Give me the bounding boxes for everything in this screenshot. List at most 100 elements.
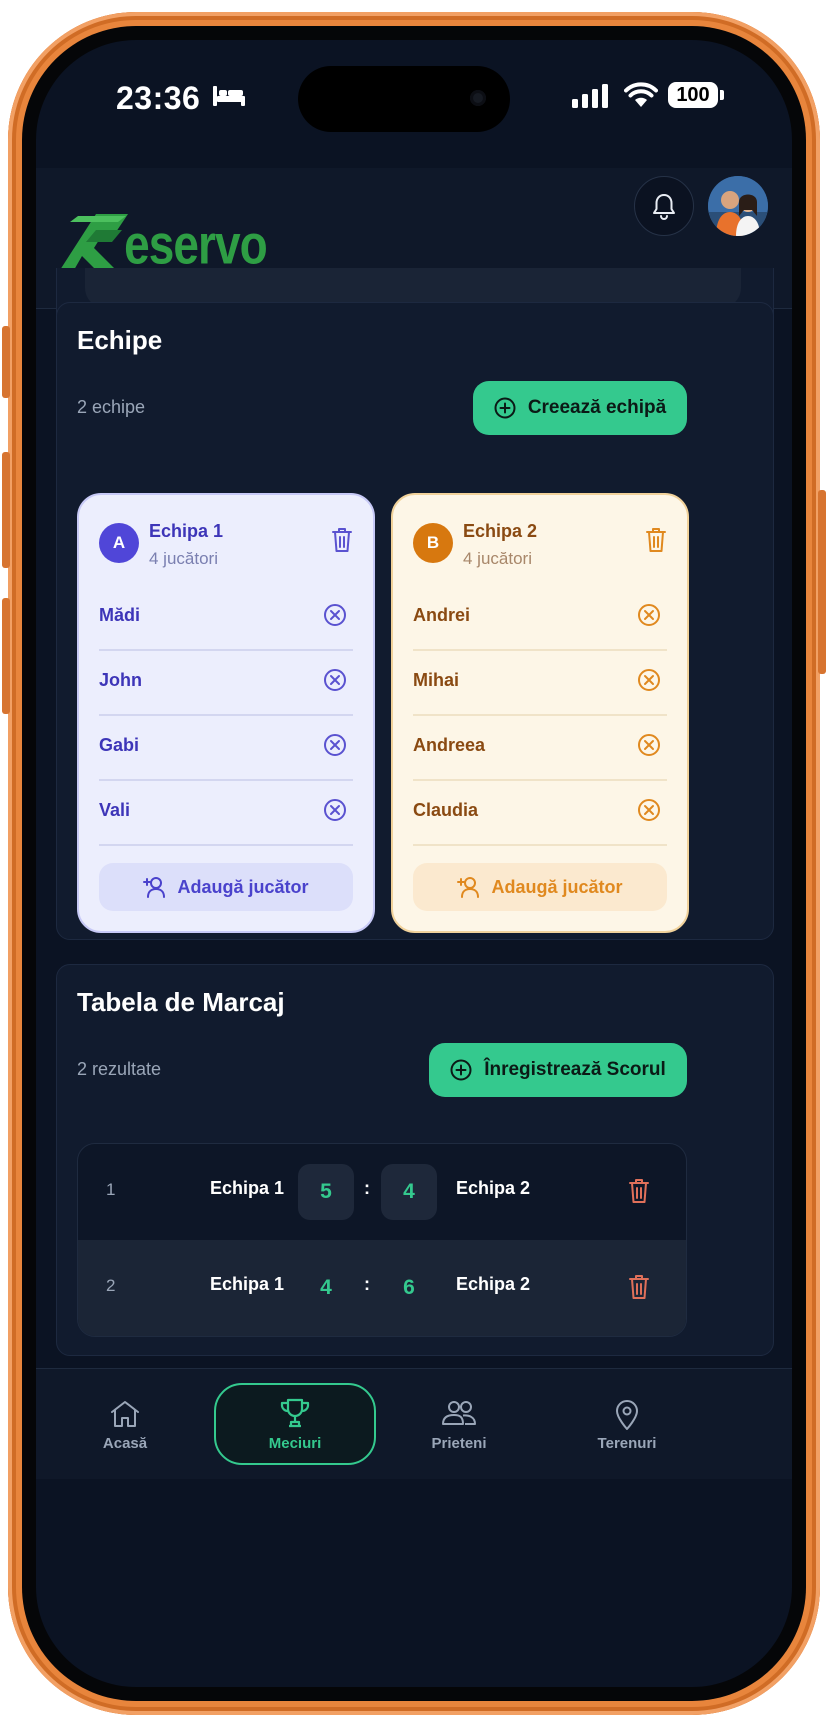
nav-label: Meciuri [268,1435,322,1452]
team-name: Echipa 2 [463,521,538,541]
remove-player-icon[interactable] [637,668,661,692]
delete-team-icon[interactable] [645,527,667,553]
score-team1: Echipa 1 [210,1274,285,1294]
player-name: Mihai [413,670,460,690]
player-name: Vali [99,800,131,820]
bottom-navigation: Acasă Meciuri Prieteni Terenuri [36,1368,792,1479]
wifi-icon [624,82,658,107]
remove-player-icon[interactable] [323,733,347,757]
score-row-index: 1 [106,1180,116,1199]
remove-player-icon[interactable] [637,733,661,757]
player-name: Andreea [413,735,486,755]
create-team-label: Creează echipă [527,397,667,418]
battery-tip [720,90,724,100]
teams-title: Echipe [77,325,163,355]
player-row: Andreea [413,715,667,781]
teams-count: 2 echipe [77,397,146,417]
player-name: Gabi [99,735,140,755]
delete-score-icon[interactable] [628,1178,650,1204]
bell-icon [653,194,675,220]
phone-side-button [2,452,10,568]
add-player-button[interactable]: Adaugă jucător [99,863,353,911]
cellular-signal-icon [572,84,608,108]
score-team2: Echipa 2 [456,1274,531,1294]
team-name: Echipa 1 [149,521,224,541]
scoreboard-title: Tabela de Marcaj [77,987,285,1017]
scoreboard-card: Tabela de Marcaj 2 rezultate Înregistrea… [56,964,774,1356]
player-row: Claudia [413,780,667,846]
score-separator: : [364,1274,370,1294]
team-badge: B [413,523,453,563]
app-screen: 23:36 100 eservo Echipe 2 echipe Creează… [36,40,792,1687]
add-user-icon [457,877,480,898]
friends-icon [442,1401,476,1425]
team-badge: A [99,523,139,563]
score-value-team1: 4 [320,1276,332,1299]
user-avatar[interactable] [708,176,768,236]
teams-card: Echipe 2 echipe Creează echipă A Echipa … [56,302,774,940]
status-time: 23:36 [116,80,201,116]
plus-circle-icon [494,397,516,419]
player-row: Mădi [99,585,353,651]
remove-player-icon[interactable] [637,798,661,822]
player-row: Andrei [413,585,667,651]
reservo-logo[interactable]: eservo [56,212,276,274]
nav-label: Prieteni [431,1435,487,1452]
add-player-label: Adaugă jucător [177,876,309,897]
phone-side-button [2,326,10,398]
add-player-label: Adaugă jucător [491,876,623,897]
player-name: Mădi [99,605,141,625]
sleep-focus-icon [213,86,245,106]
remove-player-icon[interactable] [637,603,661,627]
player-row: John [99,650,353,716]
remove-player-icon[interactable] [323,798,347,822]
score-table: 1 Echipa 1 5 : 4 Echipa 2 2 Echipa 1 4 :… [77,1143,687,1337]
front-camera [470,90,486,106]
player-row: Vali [99,780,353,846]
scoreboard-count: 2 rezultate [77,1059,162,1079]
score-value-team2: 4 [381,1164,437,1220]
remove-player-icon[interactable] [323,603,347,627]
score-row: 2 Echipa 1 4 : 6 Echipa 2 [78,1240,686,1336]
team-card-a: A Echipa 1 4 jucători Mădi John Gabi Val… [77,493,375,933]
home-icon [111,1401,139,1427]
team-player-count: 4 jucători [149,549,218,568]
nav-item-fields[interactable]: Terenuri [562,1385,692,1465]
notifications-button[interactable] [634,176,694,236]
player-name: Andrei [413,605,471,625]
add-player-button[interactable]: Adaugă jucător [413,863,667,911]
score-row: 1 Echipa 1 5 : 4 Echipa 2 [78,1144,686,1240]
register-score-label: Înregistrează Scorul [484,1059,666,1080]
nav-item-friends[interactable]: Prieteni [394,1385,524,1465]
player-row: Mihai [413,650,667,716]
score-team1: Echipa 1 [210,1178,285,1198]
register-score-button[interactable]: Înregistrează Scorul [429,1043,687,1097]
phone-side-button [2,598,10,714]
team-player-count: 4 jucători [463,549,532,568]
phone-side-button [818,490,826,674]
logo-text: eservo [124,213,267,274]
location-pin-icon [616,1400,638,1430]
create-team-button[interactable]: Creează echipă [473,381,687,435]
nav-item-home[interactable]: Acasă [60,1385,190,1465]
delete-team-icon[interactable] [331,527,353,553]
dynamic-island [298,66,510,132]
delete-score-icon[interactable] [628,1274,650,1300]
nav-label: Acasă [102,1435,148,1452]
nav-item-matches[interactable]: Meciuri [214,1383,376,1465]
remove-player-icon[interactable] [323,668,347,692]
player-row: Gabi [99,715,353,781]
player-name: John [99,670,142,690]
avatar-photo [708,176,768,236]
plus-circle-icon [450,1059,472,1081]
team-card-b: B Echipa 2 4 jucători Andrei Mihai Andre… [391,493,689,933]
score-value-team2: 6 [403,1276,415,1299]
player-name: Claudia [413,800,479,820]
score-row-index: 2 [106,1276,116,1295]
score-value-team1: 5 [298,1164,354,1220]
score-separator: : [364,1178,370,1198]
battery-indicator: 100 [668,82,718,108]
trophy-icon [280,1398,310,1428]
score-team2: Echipa 2 [456,1178,531,1198]
nav-label: Terenuri [597,1435,657,1452]
